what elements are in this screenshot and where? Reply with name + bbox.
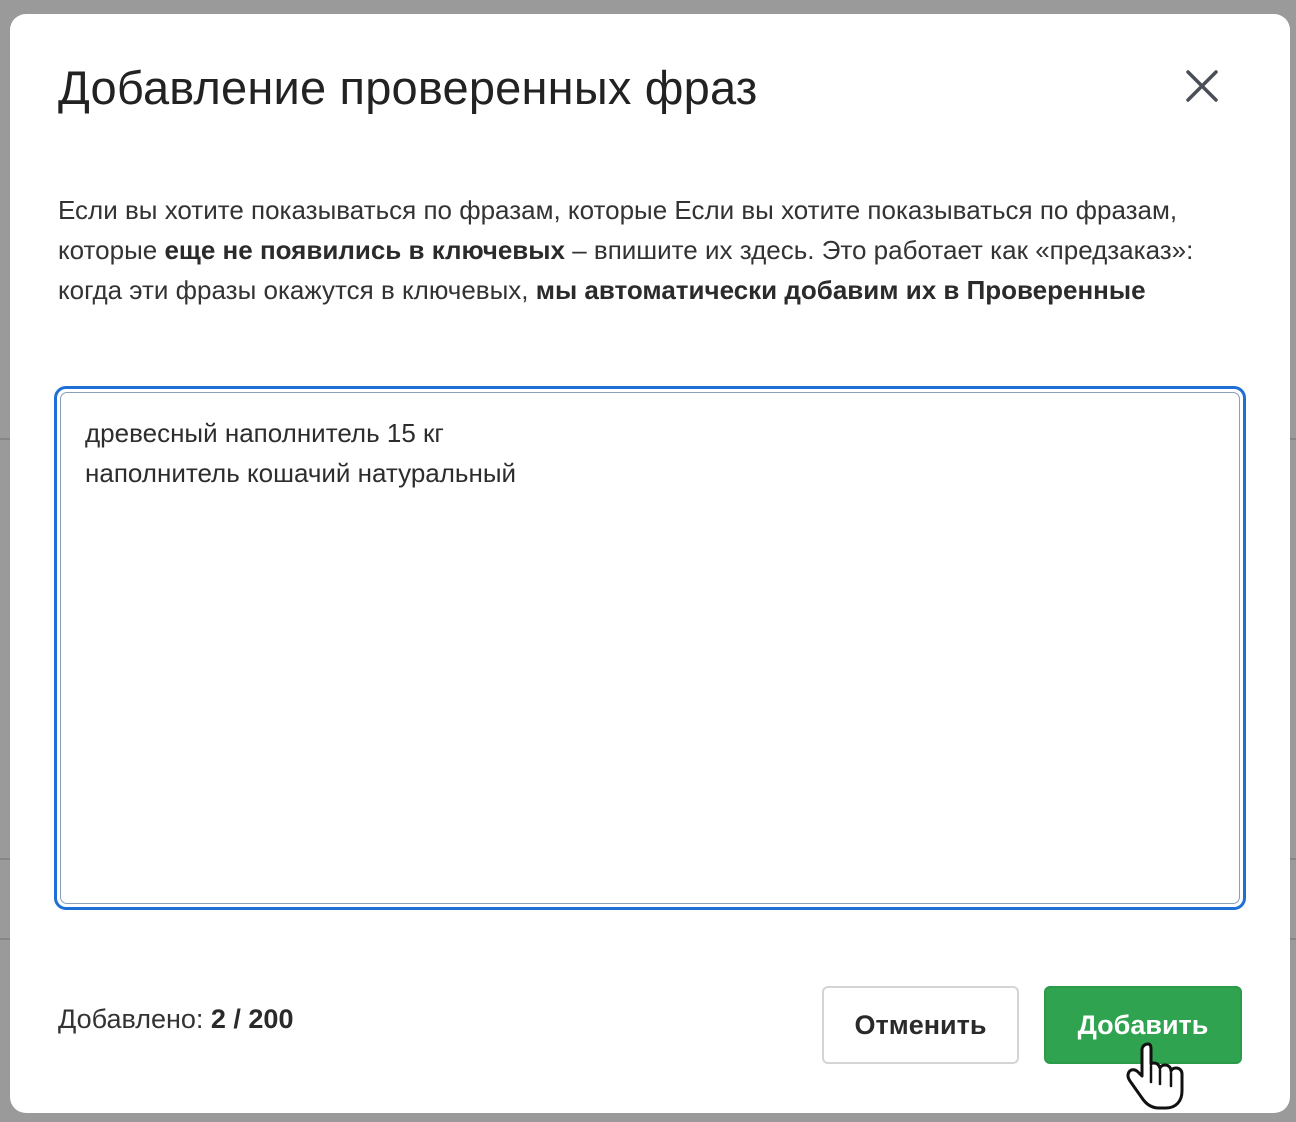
phrase-line: древесный наполнитель 15 кг xyxy=(85,418,444,448)
close-icon xyxy=(1186,70,1218,102)
add-button[interactable]: Добавить xyxy=(1044,986,1242,1064)
counter-value: 2 / 200 xyxy=(210,1004,294,1034)
counter-label: Добавлено: xyxy=(58,1004,211,1034)
phrases-textarea[interactable]: древесный наполнитель 15 кг наполнитель … xyxy=(54,386,1246,910)
close-button[interactable] xyxy=(1174,58,1230,114)
phrases-textarea-content[interactable]: древесный наполнитель 15 кг наполнитель … xyxy=(60,392,1240,904)
cancel-button[interactable]: Отменить xyxy=(822,986,1019,1064)
description-bold-text: еще не появились в ключевых xyxy=(164,235,565,265)
added-counter: Добавлено: 2 / 200 xyxy=(58,1004,293,1035)
phrase-line: наполнитель кошачий натуральный xyxy=(85,458,517,488)
description-bold-text: мы автоматически добавим их в Проверенны… xyxy=(535,275,1146,305)
dialog-title: Добавление проверенных фраз xyxy=(58,61,758,114)
dialog-description: Если вы хотите показываться по фразам, к… xyxy=(58,190,1228,310)
add-verified-phrases-dialog: Добавление проверенных фраз Если вы хоти… xyxy=(10,14,1290,1113)
